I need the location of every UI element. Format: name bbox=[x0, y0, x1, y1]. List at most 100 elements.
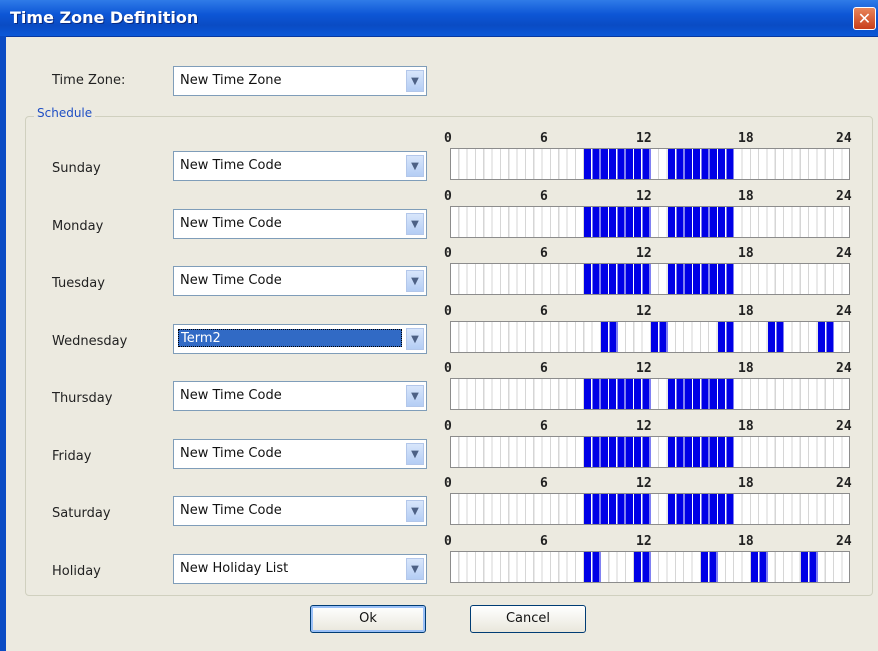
hour-tick-label: 0 bbox=[444, 131, 452, 146]
time-code-select-saturday[interactable]: New Time Code ▼ bbox=[173, 496, 427, 526]
hour-tick-label: 18 bbox=[738, 419, 754, 434]
hour-tick-label: 6 bbox=[540, 304, 548, 319]
active-block[interactable] bbox=[601, 322, 618, 352]
active-block[interactable] bbox=[767, 322, 785, 352]
hour-tick-label: 18 bbox=[738, 246, 754, 261]
time-zone-select[interactable]: New Time Zone ▼ bbox=[173, 66, 427, 96]
active-block[interactable] bbox=[634, 552, 651, 582]
active-block[interactable] bbox=[584, 494, 651, 524]
hour-tick-label: 24 bbox=[836, 131, 852, 146]
time-code-value-tuesday: New Time Code bbox=[180, 273, 282, 288]
active-block[interactable] bbox=[817, 322, 835, 352]
hour-tick-label: 24 bbox=[836, 419, 852, 434]
schedule-bar-wednesday[interactable] bbox=[450, 321, 850, 353]
time-code-value-wednesday: Term2 bbox=[178, 329, 402, 347]
hour-tick-label: 12 bbox=[636, 534, 652, 549]
hour-tick-label: 12 bbox=[636, 361, 652, 376]
time-code-select-holiday[interactable]: New Holiday List ▼ bbox=[173, 554, 427, 584]
active-block[interactable] bbox=[701, 552, 718, 582]
close-button[interactable]: ✕ bbox=[853, 7, 876, 30]
active-block[interactable] bbox=[751, 552, 768, 582]
hour-tick-label: 6 bbox=[540, 246, 548, 261]
schedule-bar-friday[interactable] bbox=[450, 436, 850, 468]
hour-tick-label: 6 bbox=[540, 361, 548, 376]
time-code-value-sunday: New Time Code bbox=[180, 158, 282, 173]
title-bar[interactable]: Time Zone Definition ✕ bbox=[0, 0, 878, 37]
hour-tick-label: 24 bbox=[836, 361, 852, 376]
dialog-title: Time Zone Definition bbox=[10, 8, 199, 27]
hour-tick-label: 12 bbox=[636, 419, 652, 434]
hour-tick-label: 0 bbox=[444, 361, 452, 376]
time-code-select-wednesday[interactable]: Term2 ▼ bbox=[173, 324, 427, 354]
chevron-down-icon[interactable]: ▼ bbox=[406, 500, 424, 522]
hour-tick-label: 24 bbox=[836, 304, 852, 319]
chevron-down-icon[interactable]: ▼ bbox=[406, 328, 424, 350]
active-block[interactable] bbox=[651, 322, 668, 352]
active-block[interactable] bbox=[801, 552, 818, 582]
time-code-select-thursday[interactable]: New Time Code ▼ bbox=[173, 381, 427, 411]
active-block[interactable] bbox=[584, 207, 651, 237]
active-block[interactable] bbox=[667, 437, 735, 467]
active-block[interactable] bbox=[717, 322, 735, 352]
day-label-monday: Monday bbox=[52, 219, 104, 234]
time-code-value-friday: New Time Code bbox=[180, 446, 282, 461]
day-label-wednesday: Wednesday bbox=[52, 334, 128, 349]
hour-tick-label: 0 bbox=[444, 534, 452, 549]
day-label-friday: Friday bbox=[52, 449, 92, 464]
cancel-button[interactable]: Cancel bbox=[470, 605, 586, 633]
hour-tick-label: 18 bbox=[738, 131, 754, 146]
hour-tick-label: 18 bbox=[738, 476, 754, 491]
active-block[interactable] bbox=[584, 264, 651, 294]
chevron-down-icon[interactable]: ▼ bbox=[406, 270, 424, 292]
time-code-value-monday: New Time Code bbox=[180, 216, 282, 231]
hour-tick-label: 0 bbox=[444, 304, 452, 319]
chevron-down-icon[interactable]: ▼ bbox=[406, 70, 424, 92]
chevron-down-icon[interactable]: ▼ bbox=[406, 385, 424, 407]
time-zone-definition-dialog: Time Zone Definition ✕ Time Zone: New Ti… bbox=[0, 0, 878, 651]
hour-tick-label: 12 bbox=[636, 304, 652, 319]
schedule-bar-tuesday[interactable] bbox=[450, 263, 850, 295]
schedule-bar-holiday[interactable] bbox=[450, 551, 850, 583]
time-code-select-tuesday[interactable]: New Time Code ▼ bbox=[173, 266, 427, 296]
active-block[interactable] bbox=[584, 379, 651, 409]
chevron-down-icon[interactable]: ▼ bbox=[406, 213, 424, 235]
active-block[interactable] bbox=[667, 207, 735, 237]
chevron-down-icon[interactable]: ▼ bbox=[406, 443, 424, 465]
schedule-bar-sunday[interactable] bbox=[450, 148, 850, 180]
active-block[interactable] bbox=[584, 149, 651, 179]
hour-tick-label: 0 bbox=[444, 189, 452, 204]
schedule-bar-saturday[interactable] bbox=[450, 493, 850, 525]
hour-tick-label: 18 bbox=[738, 361, 754, 376]
active-block[interactable] bbox=[584, 437, 651, 467]
hour-tick-label: 6 bbox=[540, 419, 548, 434]
ok-button[interactable]: Ok bbox=[310, 605, 426, 633]
active-block[interactable] bbox=[667, 494, 735, 524]
day-label-holiday: Holiday bbox=[52, 564, 101, 579]
hour-tick-label: 6 bbox=[540, 476, 548, 491]
day-label-saturday: Saturday bbox=[52, 506, 111, 521]
time-code-select-friday[interactable]: New Time Code ▼ bbox=[173, 439, 427, 469]
active-block[interactable] bbox=[667, 149, 735, 179]
schedule-bar-monday[interactable] bbox=[450, 206, 850, 238]
hour-tick-label: 0 bbox=[444, 246, 452, 261]
day-label-sunday: Sunday bbox=[52, 161, 101, 176]
time-code-select-sunday[interactable]: New Time Code ▼ bbox=[173, 151, 427, 181]
schedule-bar-thursday[interactable] bbox=[450, 378, 850, 410]
hour-tick-label: 12 bbox=[636, 189, 652, 204]
active-block[interactable] bbox=[667, 264, 735, 294]
chevron-down-icon[interactable]: ▼ bbox=[406, 558, 424, 580]
time-code-value-holiday: New Holiday List bbox=[180, 561, 289, 576]
schedule-legend: Schedule bbox=[34, 106, 96, 120]
hour-tick-label: 6 bbox=[540, 534, 548, 549]
hour-tick-label: 12 bbox=[636, 476, 652, 491]
active-block[interactable] bbox=[667, 379, 735, 409]
hour-tick-label: 24 bbox=[836, 534, 852, 549]
hour-tick-label: 24 bbox=[836, 189, 852, 204]
chevron-down-icon[interactable]: ▼ bbox=[406, 155, 424, 177]
hour-tick-label: 12 bbox=[636, 131, 652, 146]
time-code-select-monday[interactable]: New Time Code ▼ bbox=[173, 209, 427, 239]
hour-tick-label: 18 bbox=[738, 189, 754, 204]
active-block[interactable] bbox=[584, 552, 601, 582]
hour-tick-label: 0 bbox=[444, 476, 452, 491]
hour-tick-label: 6 bbox=[540, 189, 548, 204]
